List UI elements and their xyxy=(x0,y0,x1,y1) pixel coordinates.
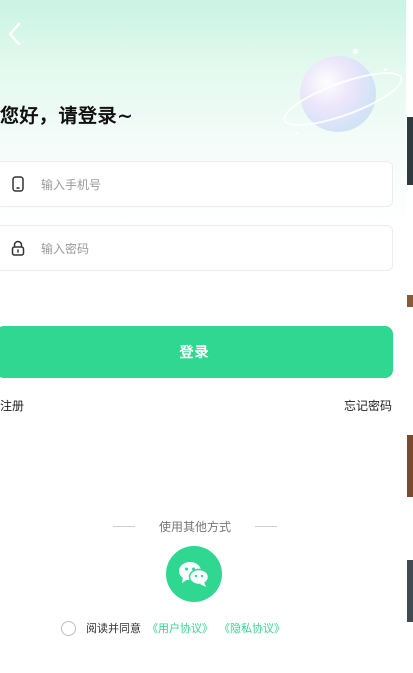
agreement-prefix: 阅读并同意 xyxy=(86,622,141,635)
sparkle-decoration xyxy=(296,132,299,135)
page-title: 您好，请登录~ xyxy=(0,105,134,127)
other-login-divider: 使用其他方式 xyxy=(113,518,277,535)
forgot-password-link[interactable]: 忘记密码 xyxy=(344,397,392,414)
phone-field[interactable] xyxy=(0,161,393,207)
wechat-icon xyxy=(179,562,210,587)
sparkle-decoration xyxy=(353,49,358,54)
password-input[interactable] xyxy=(41,238,371,260)
register-link[interactable]: 注册 xyxy=(0,397,24,414)
login-screen: 您好，请登录~ 登录 注册 忘记密码 使用其他方式 xyxy=(0,0,406,673)
agreement-row: 阅读并同意 《用户协议》 《隐私协议》 xyxy=(61,620,285,636)
divider-line xyxy=(254,526,277,527)
login-button[interactable]: 登录 xyxy=(0,326,393,378)
edge-strip xyxy=(407,117,413,185)
agree-checkbox[interactable] xyxy=(61,620,76,636)
divider-line xyxy=(113,526,135,527)
sparkle-decoration xyxy=(384,68,387,71)
other-login-label: 使用其他方式 xyxy=(158,520,231,534)
background-window-edge xyxy=(406,0,413,673)
password-field[interactable] xyxy=(0,225,393,271)
user-agreement-link[interactable]: 《用户协议》 xyxy=(147,620,213,636)
privacy-agreement-link[interactable]: 《隐私协议》 xyxy=(219,620,285,636)
edge-strip xyxy=(407,560,413,622)
phone-input[interactable] xyxy=(41,174,371,196)
chevron-left-icon xyxy=(8,22,21,46)
wechat-login-button[interactable] xyxy=(166,546,222,602)
back-button[interactable] xyxy=(0,16,28,52)
lock-icon xyxy=(11,240,25,256)
edge-strip xyxy=(407,435,413,497)
edge-strip xyxy=(407,295,413,307)
phone-icon xyxy=(12,176,24,192)
